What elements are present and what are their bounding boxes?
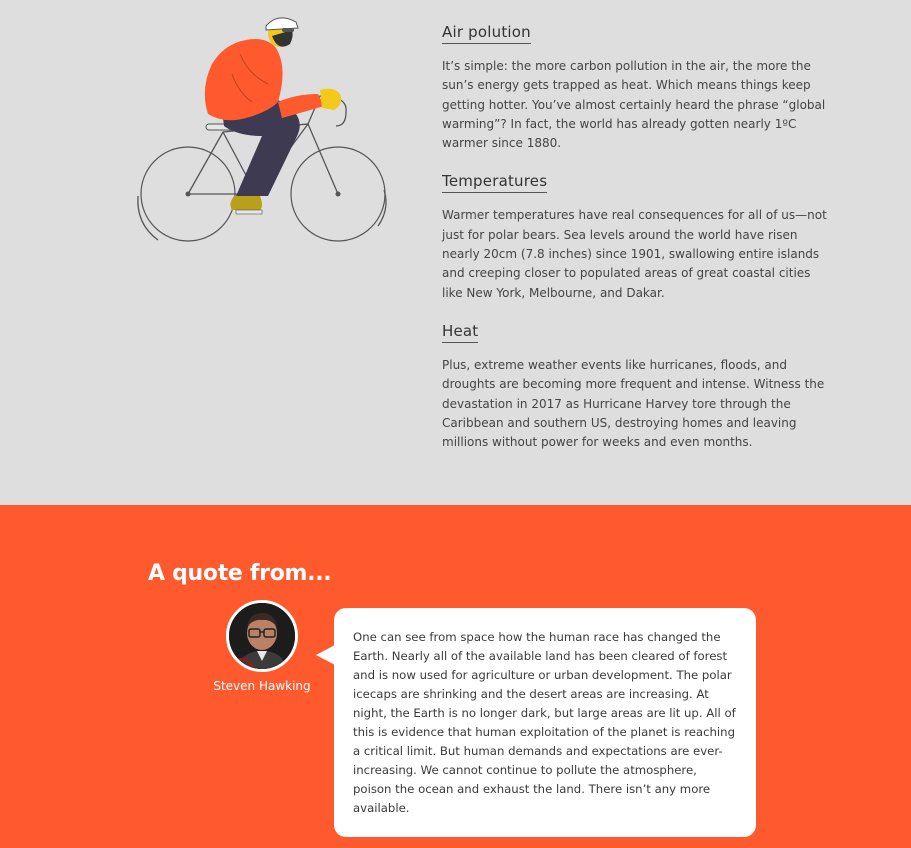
quote-heading: A quote from... — [148, 561, 332, 586]
topic-temperatures: Temperatures Warmer temperatures have re… — [442, 171, 832, 302]
cyclist-illustration — [128, 14, 398, 254]
portrait-icon — [229, 603, 295, 669]
topic-title: Temperatures — [442, 172, 548, 194]
quote-bubble: One can see from space how the human rac… — [334, 608, 756, 837]
climate-topics: Air polution It’s simple: the more carbo… — [442, 22, 832, 470]
topic-title: Air polution — [442, 23, 531, 44]
topic-body: Warmer temperatures have real consequenc… — [442, 208, 827, 300]
topic-air-pollution: Air polution It’s simple: the more carbo… — [442, 22, 832, 153]
cyclist-icon — [137, 17, 387, 242]
topic-heat: Heat Plus, extreme weather events like h… — [442, 321, 832, 452]
topic-body: It’s simple: the more carbon pollution i… — [442, 59, 826, 151]
quote-text: One can see from space how the human rac… — [353, 630, 736, 815]
climate-info-section: Air polution It’s simple: the more carbo… — [0, 0, 911, 505]
avatar — [226, 600, 298, 672]
speech-bubble-tail — [316, 645, 335, 665]
quote-section: A quote from... Steven Hawking One can s… — [0, 505, 911, 848]
topic-title: Heat — [442, 322, 479, 343]
topic-body: Plus, extreme weather events like hurric… — [442, 357, 825, 450]
quote-author: Steven Hawking — [213, 679, 311, 693]
